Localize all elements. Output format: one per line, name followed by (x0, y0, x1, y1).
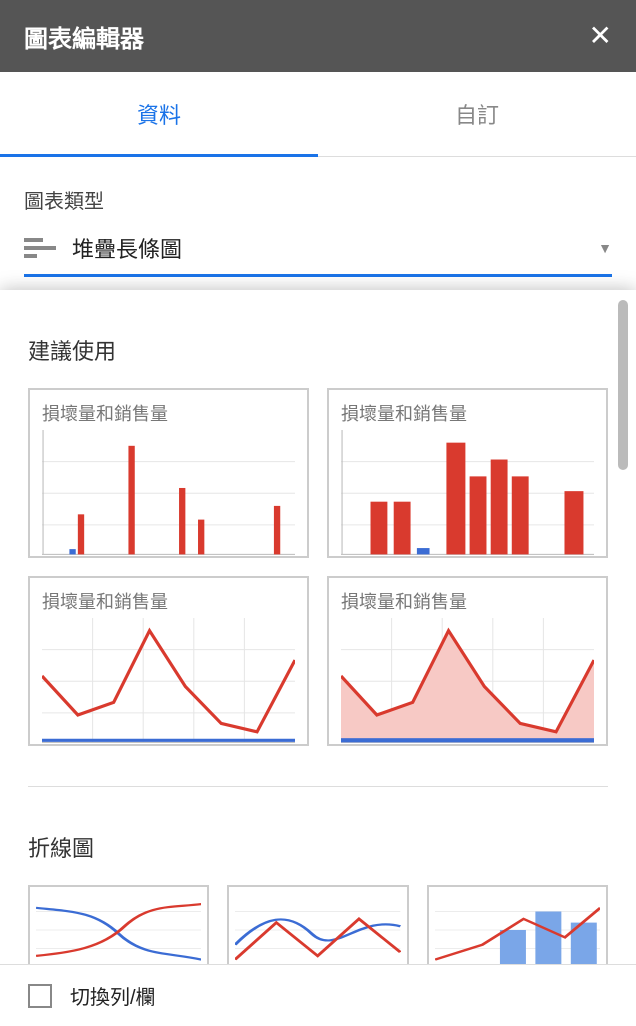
tab-bar: 資料 自訂 (0, 72, 636, 157)
chart-thumb-line[interactable]: 損壞量和銷售量 (28, 576, 309, 746)
stacked-bar-icon (24, 236, 56, 260)
chart-type-value: 堆疊長條圖 (72, 232, 598, 264)
chevron-down-icon: ▼ (598, 240, 612, 256)
footer-bar: 切換列/欄 (0, 964, 636, 1026)
bar-chart-icon (341, 430, 594, 557)
content-area: 圖表類型 堆疊長條圖 ▼ (0, 157, 636, 277)
suggested-grid: 損壞量和銷售量 (28, 388, 608, 746)
chart-type-label: 圖表類型 (24, 185, 612, 214)
suggested-title: 建議使用 (28, 334, 608, 366)
tab-data[interactable]: 資料 (0, 72, 318, 156)
chart-thumb-bar-thin[interactable]: 損壞量和銷售量 (28, 388, 309, 558)
chart-type-select[interactable]: 堆疊長條圖 ▼ (24, 232, 612, 277)
editor-header: 圖表編輯器 ✕ (0, 0, 636, 72)
line-thumb-2[interactable] (227, 885, 408, 975)
thumb-title: 損壞量和銷售量 (341, 400, 594, 426)
thumb-title: 損壞量和銷售量 (42, 588, 295, 614)
scrollbar-thumb[interactable] (618, 300, 628, 470)
thumb-title: 損壞量和銷售量 (42, 400, 295, 426)
bar-chart-icon (42, 430, 295, 557)
swap-rows-cols-checkbox[interactable] (28, 984, 52, 1008)
chart-thumb-area[interactable]: 損壞量和銷售量 (327, 576, 608, 746)
line-thumb-3[interactable] (427, 885, 608, 975)
area-chart-icon (341, 618, 594, 745)
chart-thumb-bar-thick[interactable]: 損壞量和銷售量 (327, 388, 608, 558)
line-thumb-1[interactable] (28, 885, 209, 975)
chart-type-dropdown: 建議使用 損壞量和銷售量 (0, 290, 636, 1026)
line-section-title: 折線圖 (28, 831, 608, 863)
swap-rows-cols-label: 切換列/欄 (70, 981, 156, 1010)
line-chart-icon (42, 618, 295, 745)
divider (28, 786, 608, 787)
header-title: 圖表編輯器 (24, 19, 144, 54)
line-thumbs-row (28, 885, 608, 975)
close-icon[interactable]: ✕ (589, 22, 612, 50)
tab-custom[interactable]: 自訂 (318, 72, 636, 156)
thumb-title: 損壞量和銷售量 (341, 588, 594, 614)
